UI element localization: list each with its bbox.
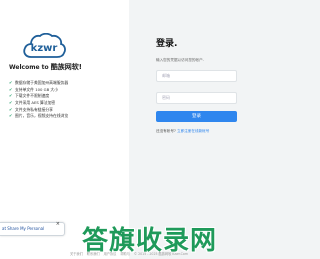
register-prompt: 还没有帐号? 立即注册在线新帐号 (156, 129, 209, 134)
logo-text: kzwr (31, 43, 58, 54)
footer: 关于我们 联系我们 用户协议 帮助与 © 2015 - 2025 酷族网软 Kz… (0, 251, 258, 256)
feature-item: ✔ 图片，音乐，视频支持在线浏览 (9, 113, 68, 120)
feature-text: 下载文件不限制速度 (15, 93, 50, 99)
share-widget-text[interactable]: at Share My Personal (2, 226, 44, 231)
feature-item: ✔ 下载文件不限制速度 (9, 93, 68, 100)
welcome-heading: Welcome to 酷族网软! (9, 62, 82, 72)
password-field[interactable]: 密码 (156, 92, 237, 104)
feature-text: 支持单文件 100 GB 大小 (15, 86, 58, 92)
footer-copyright: © 2015 - 2025 酷族网软 Kzwr.Com (133, 252, 188, 256)
feature-item: ✔ 支持单文件 100 GB 大小 (9, 87, 68, 94)
feature-text: 图片，音乐，视频支持在线浏览 (15, 113, 69, 119)
cloud-logo-icon: kzwr (23, 33, 66, 58)
login-subtitle: 输入您的凭据以访问您的帐户. (156, 58, 204, 62)
feature-text: 数据存储于美国加州高端服务器 (15, 80, 69, 85)
register-link[interactable]: 立即注册在线新帐号 (177, 129, 209, 133)
feature-list: ✔ 数据存储于美国加州高端服务器 ✔ 支持单文件 100 GB 大小 ✔ 下载文件不限… (9, 80, 68, 120)
welcome-brand: 酷族网软! (50, 63, 82, 71)
feature-item: ✔ 文件采用 AES 算法加密 (9, 100, 68, 107)
share-widget[interactable]: at Share My Personal × (0, 221, 65, 236)
feature-text: 文件支持私有链接分享 (15, 106, 53, 112)
welcome-text: Welcome to (9, 64, 51, 71)
close-icon[interactable]: × (56, 221, 60, 227)
footer-link-terms[interactable]: 用户协议 (104, 252, 117, 256)
page-title: 登录. (156, 39, 178, 49)
no-account-text: 还没有帐号? (156, 129, 178, 133)
footer-link-help[interactable]: 帮助与 (120, 252, 130, 256)
feature-item: ✔ 数据存储于美国加州高端服务器 (9, 80, 68, 87)
footer-link-contact[interactable]: 联系我们 (87, 252, 100, 256)
login-button[interactable]: 登录 (156, 111, 237, 122)
email-field[interactable]: 邮箱 (156, 70, 237, 82)
feature-item: ✔ 文件支持私有链接分享 (9, 107, 68, 114)
footer-link-about[interactable]: 关于我们 (70, 252, 83, 256)
feature-text: 文件采用 AES 算法加密 (15, 100, 56, 106)
